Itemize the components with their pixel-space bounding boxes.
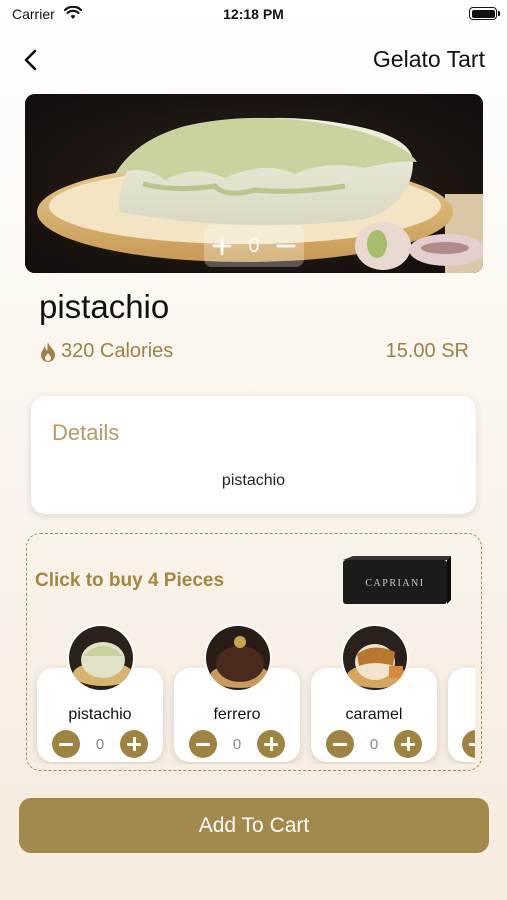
- product-hero-image: 0: [25, 94, 483, 273]
- box-brand-text: CAPRIANI: [365, 578, 424, 589]
- flavor-image-pistachio: [67, 624, 135, 692]
- flavor-name: pistachio: [68, 706, 132, 723]
- flavor-stepper: 0: [37, 730, 163, 758]
- page-title: Gelato Tart: [372, 46, 485, 72]
- details-title: Details: [52, 420, 120, 445]
- details-text: pistachio: [221, 472, 286, 489]
- gift-box-image: CAPRIANI: [343, 556, 451, 604]
- flavor-quantity: 0: [95, 735, 105, 753]
- decrement-button[interactable]: [462, 730, 475, 758]
- battery-icon: [469, 7, 500, 20]
- flavor-stepper: 0: [174, 730, 300, 758]
- calories-label: 320 Calories: [61, 340, 174, 362]
- decrement-button[interactable]: [52, 730, 80, 758]
- plus-icon[interactable]: [211, 235, 233, 257]
- calories-info: 320 Calories: [39, 340, 173, 363]
- flavor-cards-row[interactable]: 0 pistachio 0 ferrero 0 caramel: [27, 614, 475, 764]
- product-name: pistachio: [39, 288, 170, 325]
- minus-icon[interactable]: [275, 235, 297, 257]
- clock-time: 12:18 PM: [223, 6, 284, 22]
- chevron-left-icon: [24, 49, 37, 71]
- increment-button[interactable]: [257, 730, 285, 758]
- flavor-card-more: [448, 668, 475, 762]
- flavor-name: ferrero: [213, 706, 261, 723]
- hero-quantity-stepper: 0: [204, 225, 304, 267]
- increment-button[interactable]: [120, 730, 148, 758]
- product-price: 15.00 SR: [385, 340, 469, 362]
- flavor-image-caramel: [341, 624, 409, 692]
- flame-icon: [41, 341, 55, 362]
- flavor-stepper: [448, 730, 475, 758]
- bundle-title[interactable]: Click to buy 4 Pieces: [35, 570, 224, 592]
- decrement-button[interactable]: [189, 730, 217, 758]
- flavor-quantity: 0: [369, 735, 379, 753]
- bundle-offer[interactable]: Click to buy 4 Pieces CAPRIANI 0 pistach…: [26, 533, 482, 771]
- increment-button[interactable]: [394, 730, 422, 758]
- back-button[interactable]: [18, 46, 46, 74]
- flavor-stepper: 0: [311, 730, 437, 758]
- status-bar: Carrier 12:18 PM: [0, 0, 507, 30]
- hero-quantity-value: 0: [248, 234, 260, 257]
- flavor-quantity: 0: [232, 735, 242, 753]
- details-card: Details pistachio: [31, 396, 476, 514]
- add-to-cart-button[interactable]: Add To Cart: [19, 798, 489, 853]
- flavor-image-ferrero: [204, 624, 272, 692]
- flavor-name: caramel: [345, 706, 403, 723]
- decrement-button[interactable]: [326, 730, 354, 758]
